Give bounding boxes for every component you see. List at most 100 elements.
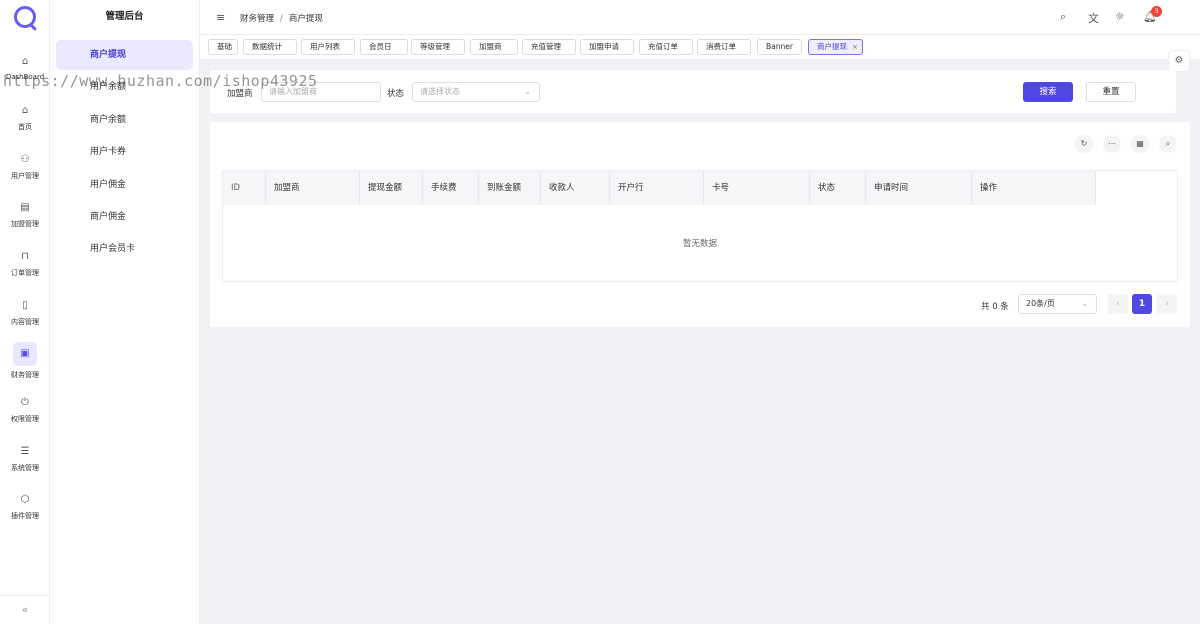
tab-recharge[interactable]: 充值管理 <box>522 39 576 55</box>
rail-label: 插件管理 <box>11 512 39 520</box>
breadcrumb-item[interactable]: 财务管理 <box>240 14 274 24</box>
close-icon[interactable]: × <box>852 43 858 51</box>
top-bar: ≡ 财务管理 / 商户提现 ⌕ 文 ☼ 🔔︎ 3 <box>200 0 1200 35</box>
pagination-total: 共 0 条 <box>981 302 1009 312</box>
tab-banner[interactable]: Banner <box>757 39 802 55</box>
chevron-down-icon: ⌄ <box>1081 299 1088 308</box>
rail-item-home[interactable]: ⌂ 首页 <box>0 104 50 132</box>
column-header: 卡号 <box>704 171 810 205</box>
tab-user-list[interactable]: 用户列表 <box>301 39 355 55</box>
home-icon: ⌂ <box>21 56 29 67</box>
columns-icon[interactable]: ▦ <box>1131 135 1149 153</box>
reset-button[interactable]: 重置 <box>1086 82 1136 102</box>
column-header: 提现金额 <box>360 171 423 205</box>
column-header: ID <box>223 171 266 205</box>
tab-member-day[interactable]: 会员日 <box>360 39 408 55</box>
search-icon[interactable]: ⌕ <box>1159 135 1177 153</box>
power-icon: ⏻ <box>21 397 29 408</box>
column-header: 申请时间 <box>866 171 972 205</box>
tab-stats[interactable]: 数据统计 <box>243 39 297 55</box>
rail-label: 财务管理 <box>11 371 39 379</box>
table-header: ID 加盟商 提现金额 手续费 到账金额 收款人 开户行 卡号 状态 申请时间 … <box>223 171 1096 205</box>
column-header: 收款人 <box>541 171 610 205</box>
sub-menu: 管理后台 商户提现 用户余额 商户余额 用户卡券 用户佣金 商户佣金 用户会员卡 <box>50 0 200 624</box>
wallet-icon: ▣ <box>13 342 37 366</box>
chevron-down-icon: ⌄ <box>524 87 531 96</box>
divider <box>0 595 50 596</box>
next-page-button[interactable]: › <box>1157 294 1177 314</box>
gear-icon[interactable]: ⚙ <box>1168 50 1190 72</box>
tab-label: 商户提现 <box>817 42 847 51</box>
menu-item-merchant-balance[interactable]: 商户余额 <box>56 105 193 135</box>
notification-badge: 3 <box>1151 6 1162 17</box>
menu-toggle-icon[interactable]: ≡ <box>216 11 225 24</box>
building-icon: ▤ <box>20 202 30 213</box>
menu-item-user-membership-card[interactable]: 用户会员卡 <box>56 234 193 264</box>
column-header: 加盟商 <box>266 171 360 205</box>
column-header: 操作 <box>972 171 1096 205</box>
rail-item-finance[interactable]: ▣ 财务管理 <box>0 342 50 380</box>
column-header: 开户行 <box>610 171 704 205</box>
rail-label: 首页 <box>18 123 32 131</box>
tab-merchant-withdraw[interactable]: 商户提现 × <box>808 39 863 55</box>
prev-page-button[interactable]: ‹ <box>1108 294 1128 314</box>
column-header: 状态 <box>810 171 866 205</box>
column-header: 到账金额 <box>479 171 541 205</box>
empty-state: 暂无数据 <box>682 239 717 249</box>
tab-basic[interactable]: 基础 <box>208 39 238 55</box>
rail-label: 内容管理 <box>11 318 39 326</box>
breadcrumb-separator: / <box>280 14 283 24</box>
watermark: https://www.huzhan.com/ishop43925 <box>3 72 318 90</box>
tab-level[interactable]: 等级管理 <box>411 39 465 55</box>
data-table: ID 加盟商 提现金额 手续费 到账金额 收款人 开户行 卡号 状态 申请时间 … <box>222 170 1178 282</box>
icon-rail: ⌂ DashBoard ⌂ 首页 ⚇ 用户管理 ▤ 加盟管理 ⊓ 订单管理 ▯ … <box>0 0 50 624</box>
rail-item-franchise[interactable]: ▤ 加盟管理 <box>0 201 50 229</box>
tab-consume-orders[interactable]: 消费订单 <box>697 39 751 55</box>
translate-icon[interactable]: 文 <box>1088 10 1099 26</box>
menu-item-merchant-withdraw[interactable]: 商户提现 <box>56 40 193 70</box>
rail-label: 权限管理 <box>11 415 39 423</box>
status-select[interactable]: 请选择状态 ⌄ <box>412 82 540 102</box>
more-icon[interactable]: ⋯ <box>1103 135 1121 153</box>
filter-panel: 加盟商 请输入加盟商 状态 请选择状态 ⌄ 搜索 重置 <box>210 70 1176 113</box>
tab-franchise-apply[interactable]: 加盟申请 <box>580 39 634 55</box>
tab-recharge-orders[interactable]: 充值订单 <box>639 39 693 55</box>
collapse-sidebar-icon[interactable]: « <box>0 603 50 616</box>
page-size-value: 20条/页 <box>1026 299 1055 308</box>
theme-icon[interactable]: ☼ <box>1115 10 1125 23</box>
cube-icon: ⬡ <box>20 494 30 505</box>
home-icon: ⌂ <box>21 105 29 116</box>
table-panel: ↻ ⋯ ▦ ⌕ ID 加盟商 提现金额 手续费 到账金额 收款人 开户行 卡号 … <box>210 122 1190 327</box>
rail-label: 系统管理 <box>11 464 39 472</box>
breadcrumb: 财务管理 / 商户提现 <box>240 12 323 24</box>
tab-franchise[interactable]: 加盟商 <box>470 39 518 55</box>
page-number-button[interactable]: 1 <box>1132 294 1152 314</box>
menu-item-user-coupons[interactable]: 用户卡券 <box>56 137 193 167</box>
document-icon: ▯ <box>22 300 28 311</box>
app-logo <box>13 6 36 28</box>
rail-item-permissions[interactable]: ⏻ 权限管理 <box>0 396 50 424</box>
rail-label: 用户管理 <box>11 172 39 180</box>
search-button[interactable]: 搜索 <box>1023 82 1073 102</box>
breadcrumb-item: 商户提现 <box>288 14 323 24</box>
rail-item-system[interactable]: ☰ 系统管理 <box>0 445 50 473</box>
rail-item-content[interactable]: ▯ 内容管理 <box>0 299 50 327</box>
search-icon[interactable]: ⌕ <box>1060 10 1066 24</box>
rail-item-users[interactable]: ⚇ 用户管理 <box>0 153 50 181</box>
database-icon: ☰ <box>20 446 30 457</box>
status-placeholder: 请选择状态 <box>420 87 460 96</box>
menu-title: 管理后台 <box>105 11 144 22</box>
rail-label: 订单管理 <box>11 269 39 277</box>
users-icon: ⚇ <box>20 154 30 165</box>
tab-bar: 基础 数据统计 用户列表 会员日 等级管理 加盟商 充值管理 加盟申请 充值订单… <box>200 35 1200 59</box>
menu-item-merchant-commission[interactable]: 商户佣金 <box>56 202 193 232</box>
status-label: 状态 <box>387 89 405 99</box>
page-size-select[interactable]: 20条/页 ⌄ <box>1018 294 1097 314</box>
rail-item-orders[interactable]: ⊓ 订单管理 <box>0 250 50 278</box>
column-header: 手续费 <box>423 171 479 205</box>
rail-item-plugins[interactable]: ⬡ 插件管理 <box>0 493 50 521</box>
menu-item-user-commission[interactable]: 用户佣金 <box>56 170 193 200</box>
rail-label: 加盟管理 <box>11 220 39 228</box>
bag-icon: ⊓ <box>21 251 29 262</box>
refresh-icon[interactable]: ↻ <box>1075 135 1093 153</box>
